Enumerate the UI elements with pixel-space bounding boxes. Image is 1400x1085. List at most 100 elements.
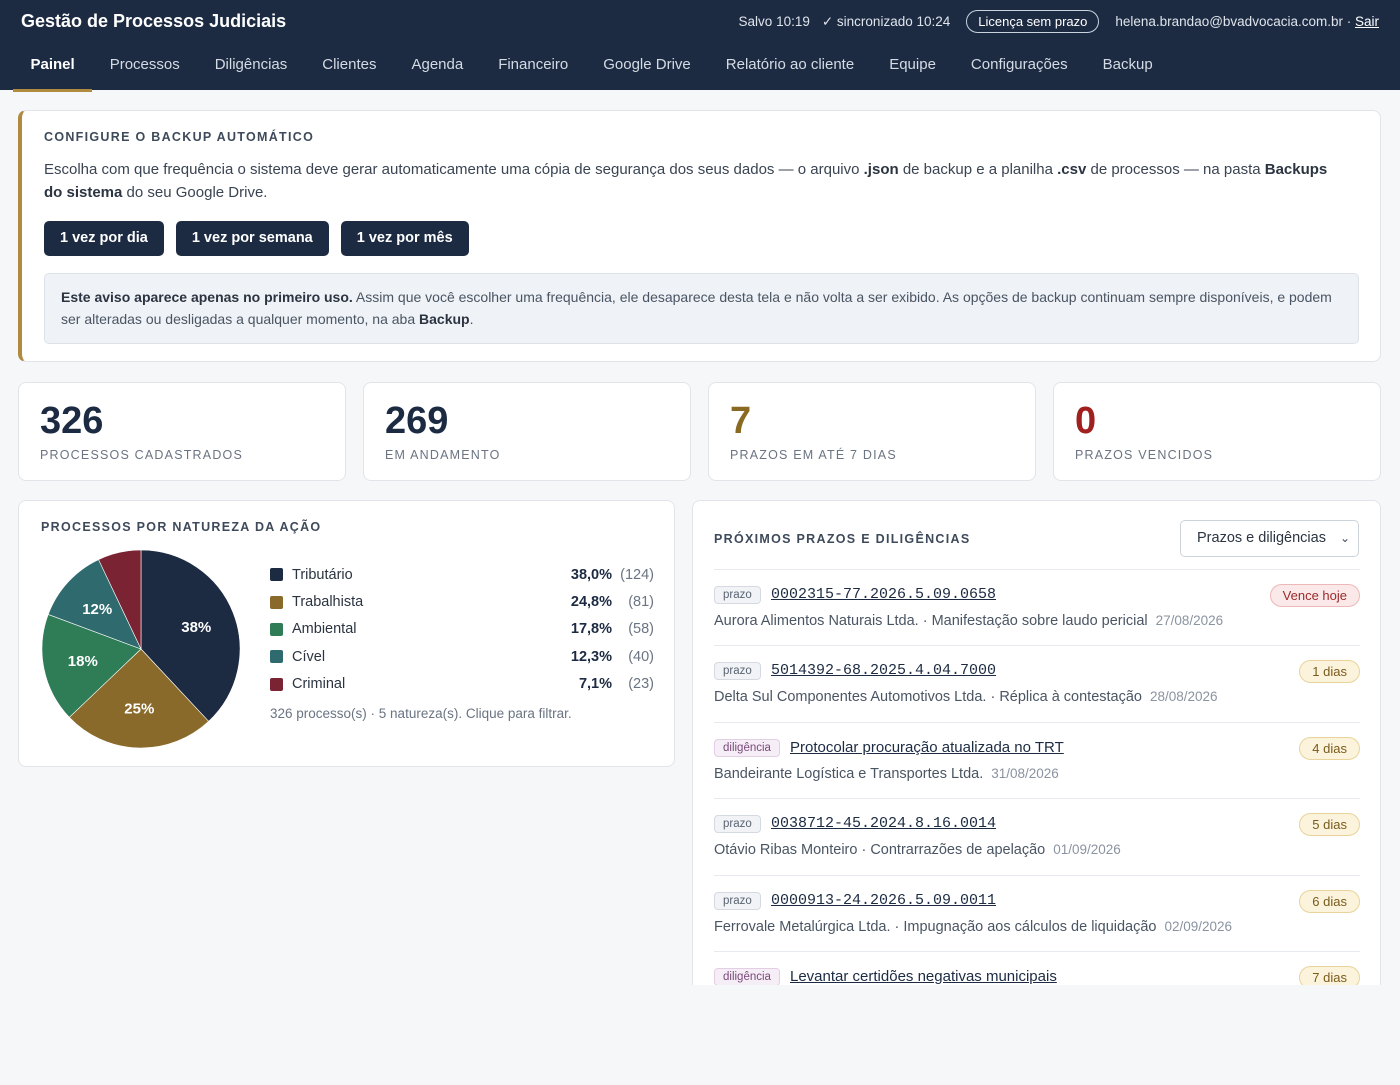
due-badge: 4 dias — [1299, 736, 1360, 760]
tab-4[interactable]: Agenda — [394, 42, 481, 90]
deadline-filter-select[interactable]: Prazos e diligências ⌄ — [1180, 520, 1359, 557]
legend-name: Cível — [292, 648, 326, 665]
stat-label: PRAZOS VENCIDOS — [1075, 448, 1214, 462]
deadline-item: prazo 0002315-77.2026.5.09.0658 Vence ho… — [714, 569, 1360, 645]
item-type-tag: diligência — [714, 967, 780, 985]
item-details: Delta Sul Componentes Automotivos Ltda. … — [714, 689, 1218, 705]
stat-card-total: 326 PROCESSOS CADASTRADOS — [18, 382, 346, 481]
legend-item[interactable]: Criminal 7,1% (23) — [270, 671, 654, 698]
deadline-item: prazo 0000913-24.2026.5.09.0011 6 dias Fe… — [714, 874, 1360, 951]
legend-item[interactable]: Ambiental 17,8% (58) — [270, 616, 654, 643]
tab-6[interactable]: Google Drive — [586, 42, 709, 90]
tab-0[interactable]: Painel — [13, 42, 93, 92]
main-nav: Painel Processos Diligências Clientes Agenda… — [13, 42, 1170, 92]
daily-backup-button[interactable]: 1 vez por dia — [44, 221, 164, 256]
legend-count: (23) — [628, 676, 654, 693]
item-party: Ferrovale Metalúrgica Ltda. · Impugnação… — [714, 918, 1157, 935]
deadline-item: prazo 5014392-68.2025.4.04.7000 1 dias De… — [714, 645, 1360, 721]
due-badge: 1 dias — [1299, 660, 1360, 684]
legend-name: Criminal — [292, 676, 346, 693]
item-date: 27/08/2026 — [1155, 613, 1224, 628]
chart-title: PROCESSOS POR NATUREZA DA AÇÃO — [41, 520, 322, 534]
legend-swatch — [270, 568, 283, 582]
item-details: Otávio Ribas Monteiro · Contrarrazões de… — [714, 842, 1121, 858]
stat-value: 7 — [730, 400, 752, 442]
deadline-item: prazo 0038712-45.2024.8.16.0014 5 dias Ot… — [714, 798, 1360, 874]
monthly-backup-button[interactable]: 1 vez por mês — [340, 221, 469, 256]
item-link[interactable]: 0038712-45.2024.8.16.0014 — [771, 815, 996, 832]
tab-3[interactable]: Clientes — [305, 42, 394, 90]
item-date: 02/09/2026 — [1164, 918, 1233, 934]
sync-status: ✓ sincronizado 10:24 — [821, 13, 951, 29]
pie-slice-label: 25% — [124, 700, 154, 717]
tab-1[interactable]: Processos — [92, 42, 197, 90]
pie-slice-label: 12% — [82, 601, 112, 618]
legend-percent: 38,0% — [570, 566, 612, 583]
desc-csv: .csv — [1057, 161, 1087, 178]
tab-8[interactable]: Equipe — [872, 42, 954, 90]
app-title: Gestão de Processos Judiciais — [21, 11, 287, 31]
frequency-buttons: 1 vez por dia 1 vez por semana 1 vez por… — [44, 221, 469, 256]
legend-count: (124) — [620, 566, 654, 583]
stat-value: 326 — [40, 400, 104, 442]
backup-description: Escolha com que frequência o sistema dev… — [44, 158, 1334, 204]
deadline-item: diligência Levantar certidões negativas … — [714, 950, 1360, 985]
legend-percent: 17,8% — [570, 621, 612, 638]
tab-2[interactable]: Diligências — [197, 42, 305, 90]
item-link[interactable]: 0000913-24.2026.5.09.0011 — [771, 892, 996, 909]
legend-count: (81) — [628, 594, 654, 611]
due-badge: Vence hoje — [1269, 584, 1360, 607]
item-details: Bandeirante Logística e Transportes Ltda… — [714, 766, 1059, 782]
legend-percent: 7,1% — [578, 676, 612, 693]
desc-text: Escolha com que frequência o sistema dev… — [44, 161, 864, 178]
desc-text: de processos — na pasta — [1086, 161, 1265, 178]
item-party: Aurora Alimentos Naturais Ltda. · Manife… — [714, 613, 1148, 629]
notice-tab-name: Backup — [419, 311, 470, 327]
legend-name: Ambiental — [292, 621, 357, 638]
legend-swatch — [270, 677, 283, 691]
item-link[interactable]: Protocolar procuração atualizada no TRT — [790, 739, 1064, 756]
tab-7[interactable]: Relatório ao cliente — [708, 42, 871, 90]
weekly-backup-button[interactable]: 1 vez por semana — [175, 221, 329, 256]
legend-percent: 24,8% — [570, 594, 612, 611]
stat-value: 0 — [1075, 400, 1097, 442]
legend-item[interactable]: Tributário 38,0% (124) — [270, 561, 654, 588]
logout-link[interactable]: Sair — [1355, 14, 1379, 29]
desc-text: de backup e a planilha — [898, 161, 1058, 178]
item-details: Aurora Alimentos Naturais Ltda. · Manife… — [714, 613, 1223, 629]
item-party: Delta Sul Componentes Automotivos Ltda. … — [714, 689, 1142, 706]
legend-name: Tributário — [292, 566, 353, 583]
item-date: 28/08/2026 — [1150, 689, 1218, 705]
backup-setup-card: CONFIGURE O BACKUP AUTOMÁTICO Escolha co… — [18, 110, 1381, 362]
item-link[interactable]: Levantar certidões negativas municipais — [790, 968, 1057, 985]
item-link[interactable]: 5014392-68.2025.4.04.7000 — [771, 662, 996, 679]
stat-label: PRAZOS EM ATÉ 7 DIAS — [730, 448, 897, 462]
pie-chart[interactable]: 38% 25% 18% 12% — [41, 549, 241, 749]
notice-end: . — [469, 311, 474, 327]
item-type-tag: prazo — [714, 662, 761, 681]
deadline-item: diligência Protocolar procuração atualiz… — [714, 721, 1360, 798]
item-type-tag: prazo — [714, 891, 761, 910]
item-party: Bandeirante Logística e Transportes Ltda… — [714, 765, 984, 782]
deadlines-list: prazo 0002315-77.2026.5.09.0658 Vence ho… — [714, 569, 1360, 985]
legend-swatch — [270, 650, 283, 664]
legend-percent: 12,3% — [570, 648, 612, 665]
legend-swatch — [270, 622, 283, 636]
tab-5[interactable]: Financeiro — [481, 42, 586, 90]
pie-slice-label: 18% — [68, 653, 98, 670]
legend-count: (40) — [628, 648, 654, 665]
tab-9[interactable]: Configurações — [953, 42, 1085, 90]
user-email: helena.brandao@bvadvocacia.com.br · — [1115, 14, 1352, 29]
legend-count: (58) — [628, 621, 654, 638]
chart-legend: Tributário 38,0% (124) Trabalhista 24,8%… — [270, 561, 654, 698]
tab-10[interactable]: Backup — [1085, 42, 1170, 90]
legend-item[interactable]: Trabalhista 24,8% (81) — [270, 588, 654, 615]
legend-item[interactable]: Cível 12,3% (40) — [270, 643, 654, 670]
item-link[interactable]: 0002315-77.2026.5.09.0658 — [771, 586, 996, 603]
item-type-tag: diligência — [714, 738, 780, 757]
nature-chart-card: PROCESSOS POR NATUREZA DA AÇÃO 38% 25% 18%… — [18, 500, 675, 767]
legend-swatch — [270, 595, 283, 609]
due-badge: 5 dias — [1299, 813, 1360, 837]
top-bar: Gestão de Processos Judiciais Salvo 10:1… — [0, 0, 1400, 92]
item-details: Ferrovale Metalúrgica Ltda. · Impugnação… — [714, 919, 1232, 935]
